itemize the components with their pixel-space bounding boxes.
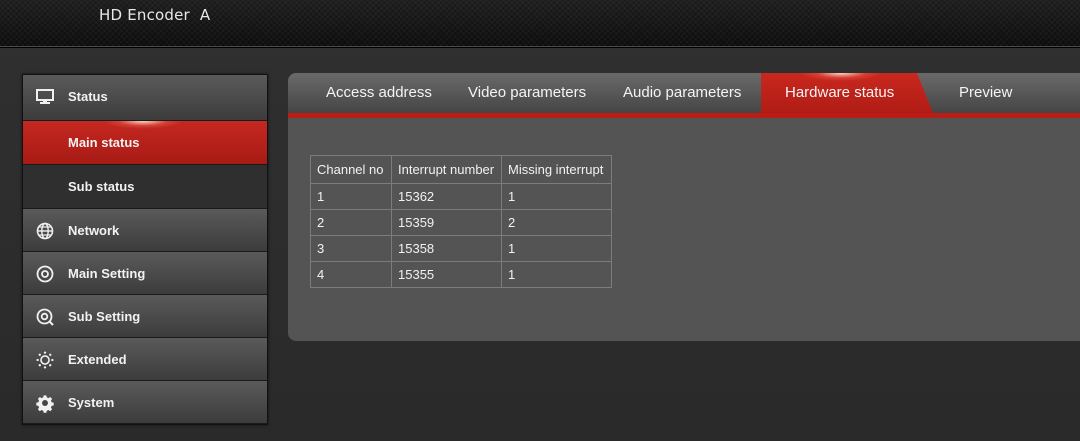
sidebar-item-extended[interactable]: Extended	[23, 338, 267, 381]
app-title: HD Encoder A	[99, 6, 211, 24]
sidebar-item-sub-status[interactable]: Sub status	[23, 165, 267, 209]
cell-missing-interrupt: 1	[501, 183, 612, 210]
table-header-row: Channel no Interrupt number Missing inte…	[310, 155, 612, 184]
sidebar-item-label: Sub Setting	[68, 309, 141, 324]
cell-interrupt-number: 15362	[391, 183, 502, 210]
target-search-icon	[36, 308, 54, 326]
tab-access-address[interactable]: Access address	[326, 73, 432, 113]
cell-interrupt-number: 15355	[391, 261, 502, 288]
sidebar-item-label: Main Setting	[68, 266, 146, 281]
table-row: 2 15359 2	[310, 209, 612, 236]
sidebar-item-label: Main status	[68, 135, 140, 150]
encoder-web-ui: HD Encoder A Status Main status Sub stat…	[0, 0, 1080, 441]
table-row: 4 15355 1	[310, 261, 612, 288]
sidebar-item-label: Extended	[68, 352, 127, 367]
sidebar-item-main-status[interactable]: Main status	[23, 121, 267, 165]
sidebar-item-sub-setting[interactable]: Sub Setting	[23, 295, 267, 338]
tab-video-parameters[interactable]: Video parameters	[468, 73, 586, 113]
sidebar-item-label: Network	[68, 223, 120, 238]
column-header-interrupt-number: Interrupt number	[391, 155, 502, 184]
table-row: 3 15358 1	[310, 235, 612, 262]
cell-channel-no: 1	[310, 183, 392, 210]
tab-bar: Access address Video parameters Audio pa…	[288, 73, 1080, 118]
cell-missing-interrupt: 1	[501, 261, 612, 288]
tab-audio-parameters[interactable]: Audio parameters	[623, 73, 741, 113]
target-icon	[36, 265, 54, 283]
header-bar: HD Encoder A	[0, 0, 1080, 47]
column-header-missing-interrupt: Missing interrupt	[501, 155, 612, 184]
cell-missing-interrupt: 1	[501, 235, 612, 262]
cell-interrupt-number: 15359	[391, 209, 502, 236]
cell-interrupt-number: 15358	[391, 235, 502, 262]
sidebar-item-label: Sub status	[68, 179, 135, 194]
content-panel: Access address Video parameters Audio pa…	[288, 73, 1080, 341]
sidebar-item-label: System	[68, 395, 115, 410]
sidebar-item-status[interactable]: Status	[23, 75, 267, 121]
sidebar-item-main-setting[interactable]: Main Setting	[23, 252, 267, 295]
sun-gear-icon	[36, 351, 54, 369]
sidebar-menu: Status Main status Sub status Network Ma…	[22, 74, 268, 425]
globe-icon	[36, 222, 54, 240]
cell-missing-interrupt: 2	[501, 209, 612, 236]
monitor-icon	[36, 88, 54, 106]
gear-icon	[36, 394, 54, 413]
sidebar-item-label: Status	[68, 89, 108, 104]
column-header-channel-no: Channel no	[310, 155, 392, 184]
cell-channel-no: 3	[310, 235, 392, 262]
table-row: 1 15362 1	[310, 183, 612, 210]
hardware-status-table: Channel no Interrupt number Missing inte…	[310, 155, 612, 288]
tab-hardware-status[interactable]: Hardware status	[761, 73, 933, 113]
tab-preview[interactable]: Preview	[959, 73, 1012, 113]
sidebar-item-network[interactable]: Network	[23, 209, 267, 252]
cell-channel-no: 4	[310, 261, 392, 288]
cell-channel-no: 2	[310, 209, 392, 236]
sidebar-item-system[interactable]: System	[23, 381, 267, 424]
